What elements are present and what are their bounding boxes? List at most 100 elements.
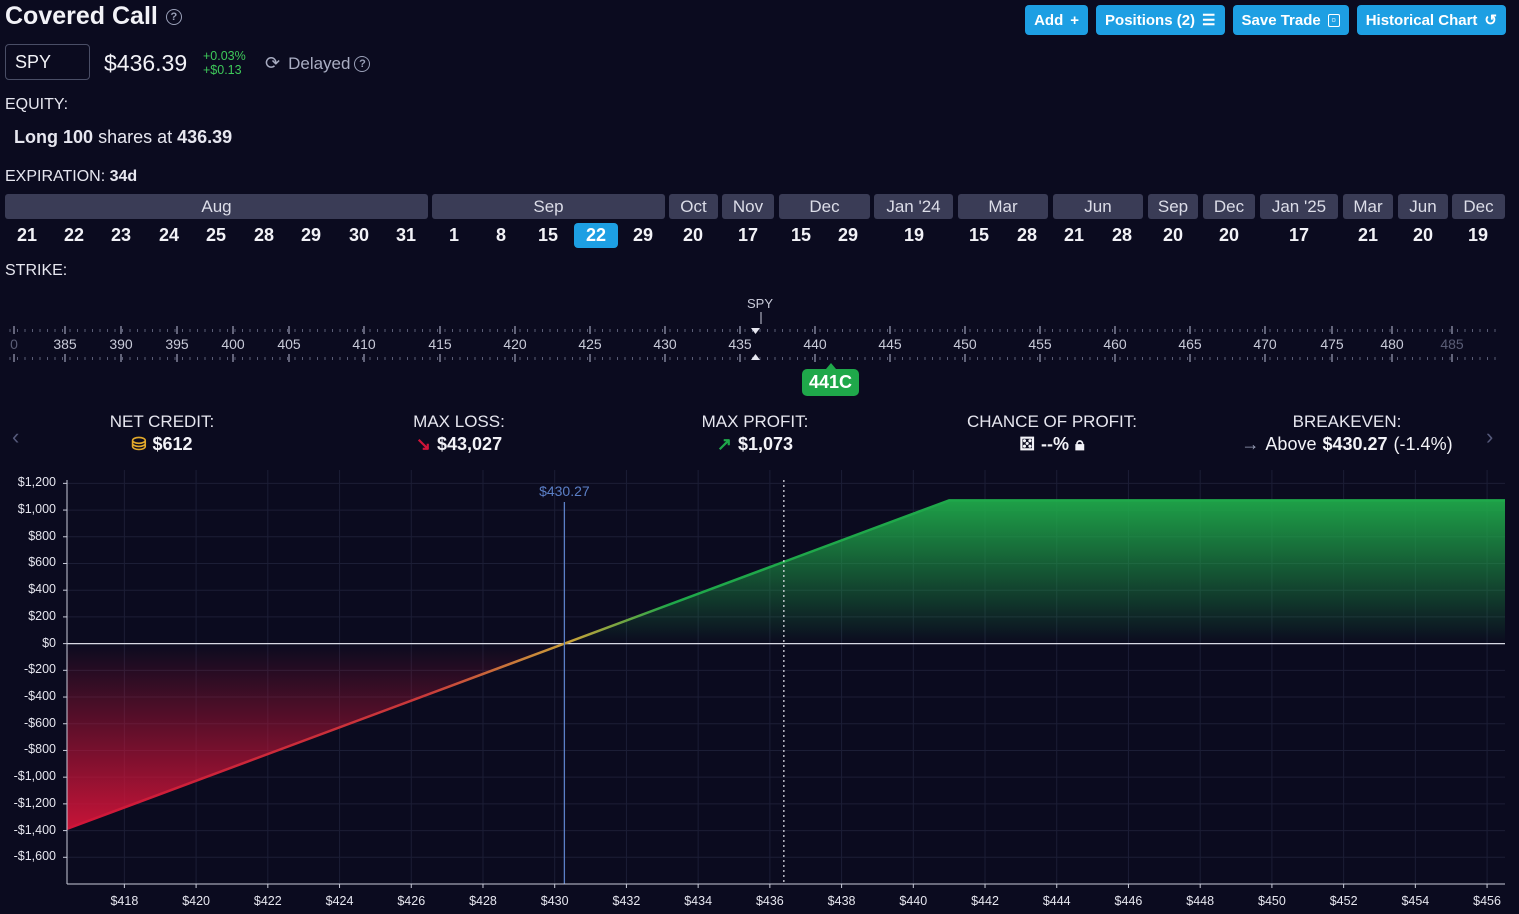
expiration-day[interactable]: 17 <box>726 223 770 248</box>
y-tick-label: $1,200 <box>17 475 56 490</box>
price-change-abs: +$0.13 <box>203 63 242 77</box>
equity-label: EQUITY: <box>5 96 69 113</box>
spy-price-marker: SPY <box>747 296 774 311</box>
y-tick-label: -$1,200 <box>13 795 56 810</box>
expiration-day[interactable]: 28 <box>1005 223 1049 248</box>
x-tick-label: $418 <box>110 894 139 908</box>
chance-value: --% <box>1041 434 1070 454</box>
expiration-label-row: EXPIRATION: 34d <box>5 168 137 186</box>
x-tick-label: $450 <box>1258 894 1286 908</box>
y-tick-label: -$1,400 <box>13 822 56 837</box>
expiration-day[interactable]: 15 <box>779 223 823 248</box>
expiration-month: Mar <box>1343 194 1393 219</box>
expiration-day[interactable]: 29 <box>621 223 665 248</box>
strike-tick-label: 480 <box>1380 336 1404 352</box>
lock-icon[interactable]: 🔒︎ <box>1075 434 1085 455</box>
expiration-month: Jan '25 <box>1260 194 1338 219</box>
save-trade-button[interactable]: Save Trade ▫ <box>1232 5 1349 35</box>
y-tick-label: -$200 <box>24 662 56 677</box>
page-title: Covered Call <box>5 2 158 30</box>
expiration-day[interactable]: 20 <box>1151 223 1195 248</box>
expiration-day[interactable]: 28 <box>1100 223 1144 248</box>
breakeven-label: BREAKEVEN: <box>1292 412 1402 431</box>
x-tick-label: $454 <box>1401 894 1430 908</box>
net-credit-value: $612 <box>152 434 193 454</box>
strike-tick-label: 415 <box>428 336 452 352</box>
pnl-chart[interactable] <box>0 470 1519 914</box>
equity-leg[interactable]: Long 100 shares at 436.39 <box>14 127 232 148</box>
historical-chart-button[interactable]: Historical Chart ↺ <box>1356 5 1506 35</box>
expiration-day[interactable]: 19 <box>892 223 936 248</box>
equity-qty: 100 <box>63 127 94 147</box>
x-tick-label: $442 <box>971 894 999 908</box>
y-tick-label: -$1,000 <box>13 769 56 784</box>
expiration-day[interactable]: 21 <box>1346 223 1390 248</box>
expiration-day[interactable]: 25 <box>194 223 238 248</box>
breakeven-stat: BREAKEVEN: → Above $430.27 (-1.4%) <box>1241 412 1452 455</box>
expiration-month: Aug <box>5 194 428 219</box>
expiration-day[interactable]: 15 <box>957 223 1001 248</box>
save-button-label: Save Trade <box>1241 11 1321 29</box>
expiration-day[interactable]: 31 <box>384 223 428 248</box>
y-tick-label: -$400 <box>24 689 56 704</box>
positions-button[interactable]: Positions (2) ☰ <box>1096 5 1225 35</box>
list-icon: ☰ <box>1202 12 1216 29</box>
add-button[interactable]: Add + <box>1025 5 1089 35</box>
y-tick-label: -$1,600 <box>13 849 56 864</box>
expiration-day[interactable]: 1 <box>432 223 476 248</box>
expiration-month: Mar <box>958 194 1048 219</box>
expiration-day[interactable]: 21 <box>1052 223 1096 248</box>
expiration-day[interactable]: 29 <box>289 223 333 248</box>
strike-tick-label: 410 <box>352 336 376 352</box>
plus-icon: + <box>1070 11 1080 29</box>
expiration-day[interactable]: 21 <box>5 223 49 248</box>
expiration-day[interactable]: 24 <box>147 223 191 248</box>
x-tick-label: $446 <box>1114 894 1143 908</box>
expiration-day[interactable]: 23 <box>99 223 143 248</box>
price-change-pct: +0.03% <box>203 49 246 63</box>
expiration-month: Jun <box>1053 194 1143 219</box>
expiration-day[interactable]: 19 <box>1456 223 1500 248</box>
expiration-month: Oct <box>669 194 718 219</box>
stats-next-icon[interactable]: › <box>1486 424 1493 450</box>
expiration-day[interactable]: 20 <box>671 223 715 248</box>
strike-tick-label: 485 <box>1440 336 1464 352</box>
expiration-month: Dec <box>1203 194 1255 219</box>
max-profit-stat: MAX PROFIT: ↗ $1,073 <box>702 412 809 455</box>
expiration-day[interactable]: 29 <box>826 223 870 248</box>
expiration-day[interactable]: 15 <box>526 223 570 248</box>
expiration-day[interactable]: 28 <box>242 223 286 248</box>
delayed-help-icon[interactable]: ? <box>354 55 371 72</box>
expiration-month: Sep <box>1148 194 1198 219</box>
stats-prev-icon[interactable]: ‹ <box>12 424 19 450</box>
expiration-day[interactable]: 30 <box>337 223 381 248</box>
positions-button-label: Positions (2) <box>1105 11 1196 29</box>
x-tick-label: $438 <box>827 894 856 908</box>
expiration-day[interactable]: 20 <box>1401 223 1445 248</box>
expiration-day[interactable]: 8 <box>479 223 523 248</box>
expiration-day[interactable]: 22 <box>52 223 96 248</box>
x-tick-label: $434 <box>684 894 713 908</box>
underlying-price: $436.39 <box>104 50 188 76</box>
expiration-day[interactable]: 20 <box>1207 223 1251 248</box>
equity-price: 436.39 <box>177 127 233 147</box>
selected-strike-badge[interactable]: 441C <box>802 369 860 396</box>
max-loss-value: $43,027 <box>437 434 503 454</box>
strike-tick-label: 475 <box>1320 336 1344 352</box>
strike-tick-label: 465 <box>1178 336 1202 352</box>
help-icon[interactable]: ? <box>165 8 182 25</box>
breakeven-chart-label: $430.27 <box>539 483 590 499</box>
max-loss-label: MAX LOSS: <box>413 412 505 431</box>
refresh-icon[interactable]: ⟳ <box>265 53 280 74</box>
max-profit-label: MAX PROFIT: <box>701 412 809 431</box>
historical-button-label: Historical Chart <box>1365 11 1478 29</box>
expiration-day[interactable]: 22 <box>574 223 618 248</box>
max-profit-value: $1,073 <box>738 434 794 454</box>
expiration-day[interactable]: 17 <box>1277 223 1321 248</box>
delayed-label: Delayed <box>288 53 351 73</box>
y-tick-label: $200 <box>28 608 56 623</box>
expiration-month: Jun <box>1398 194 1448 219</box>
arrow-up-icon: ↗ <box>716 434 733 454</box>
ticker-input[interactable] <box>5 44 90 80</box>
chance-of-profit-stat: CHANCE OF PROFIT: ⚄ --% 🔒︎ <box>967 412 1137 455</box>
